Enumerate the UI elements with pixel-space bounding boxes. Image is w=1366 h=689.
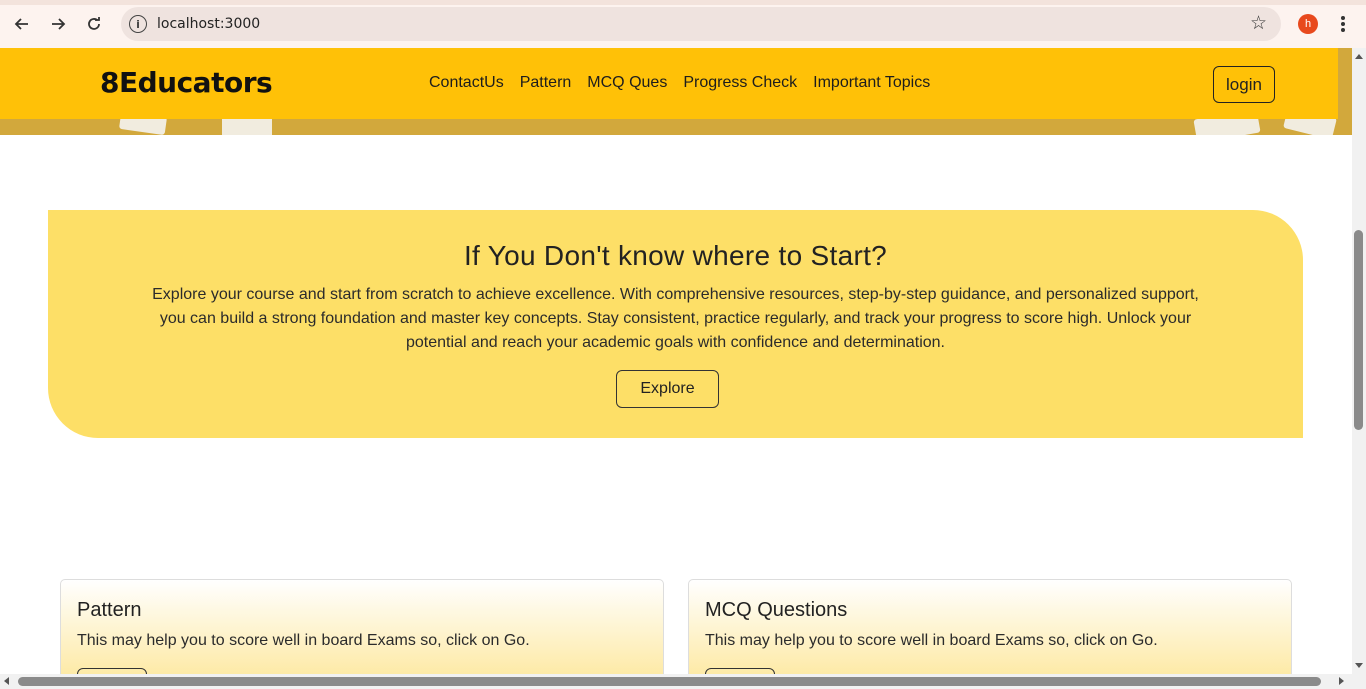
nav-link-mcq-ques[interactable]: MCQ Ques [587, 74, 667, 92]
start-callout: If You Don't know where to Start? Explor… [48, 210, 1303, 438]
card-mcq-questions: MCQ Questions This may help you to score… [688, 579, 1292, 689]
forward-arrow-icon[interactable] [46, 12, 70, 36]
horizontal-scroll-thumb[interactable] [18, 677, 1321, 686]
reload-icon[interactable] [82, 12, 106, 36]
explore-button[interactable]: Explore [616, 370, 719, 408]
profile-avatar[interactable]: h [1298, 14, 1318, 34]
horizontal-scrollbar[interactable] [0, 674, 1366, 689]
nav-link-contactus[interactable]: ContactUs [429, 74, 504, 92]
back-arrow-icon[interactable] [10, 12, 34, 36]
login-button[interactable]: login [1213, 66, 1275, 103]
site-navbar: 8Educators ContactUs Pattern MCQ Ques Pr… [0, 48, 1338, 119]
card-pattern: Pattern This may help you to score well … [60, 579, 664, 689]
nav-link-important-topics[interactable]: Important Topics [813, 74, 930, 92]
brand-logo[interactable]: 8Educators [100, 66, 273, 99]
card-text: This may help you to score well in board… [705, 632, 1158, 649]
scroll-down-icon[interactable] [1355, 663, 1363, 668]
scroll-up-icon[interactable] [1355, 54, 1363, 59]
card-title: Pattern [77, 599, 142, 621]
tab-strip [0, 0, 1366, 5]
card-title: MCQ Questions [705, 599, 848, 621]
nav-link-progress-check[interactable]: Progress Check [683, 74, 797, 92]
card-text: This may help you to score well in board… [77, 632, 530, 649]
vertical-scroll-thumb[interactable] [1354, 230, 1363, 430]
scroll-left-icon[interactable] [4, 677, 9, 685]
address-bar[interactable]: i localhost:3000 ☆ [121, 7, 1281, 41]
scroll-right-icon[interactable] [1339, 677, 1344, 685]
info-icon[interactable]: i [129, 15, 147, 33]
star-icon[interactable]: ☆ [1250, 12, 1267, 35]
url-text[interactable]: localhost:3000 [157, 16, 260, 32]
nav-link-pattern[interactable]: Pattern [520, 74, 572, 92]
callout-body: Explore your course and start from scrat… [152, 286, 1199, 351]
callout-title: If You Don't know where to Start? [463, 240, 888, 271]
browser-toolbar: i localhost:3000 ☆ h [0, 0, 1366, 48]
nav-links: ContactUs Pattern MCQ Ques Progress Chec… [429, 74, 930, 92]
kebab-menu-icon[interactable] [1336, 12, 1350, 36]
vertical-scrollbar[interactable] [1352, 48, 1366, 674]
